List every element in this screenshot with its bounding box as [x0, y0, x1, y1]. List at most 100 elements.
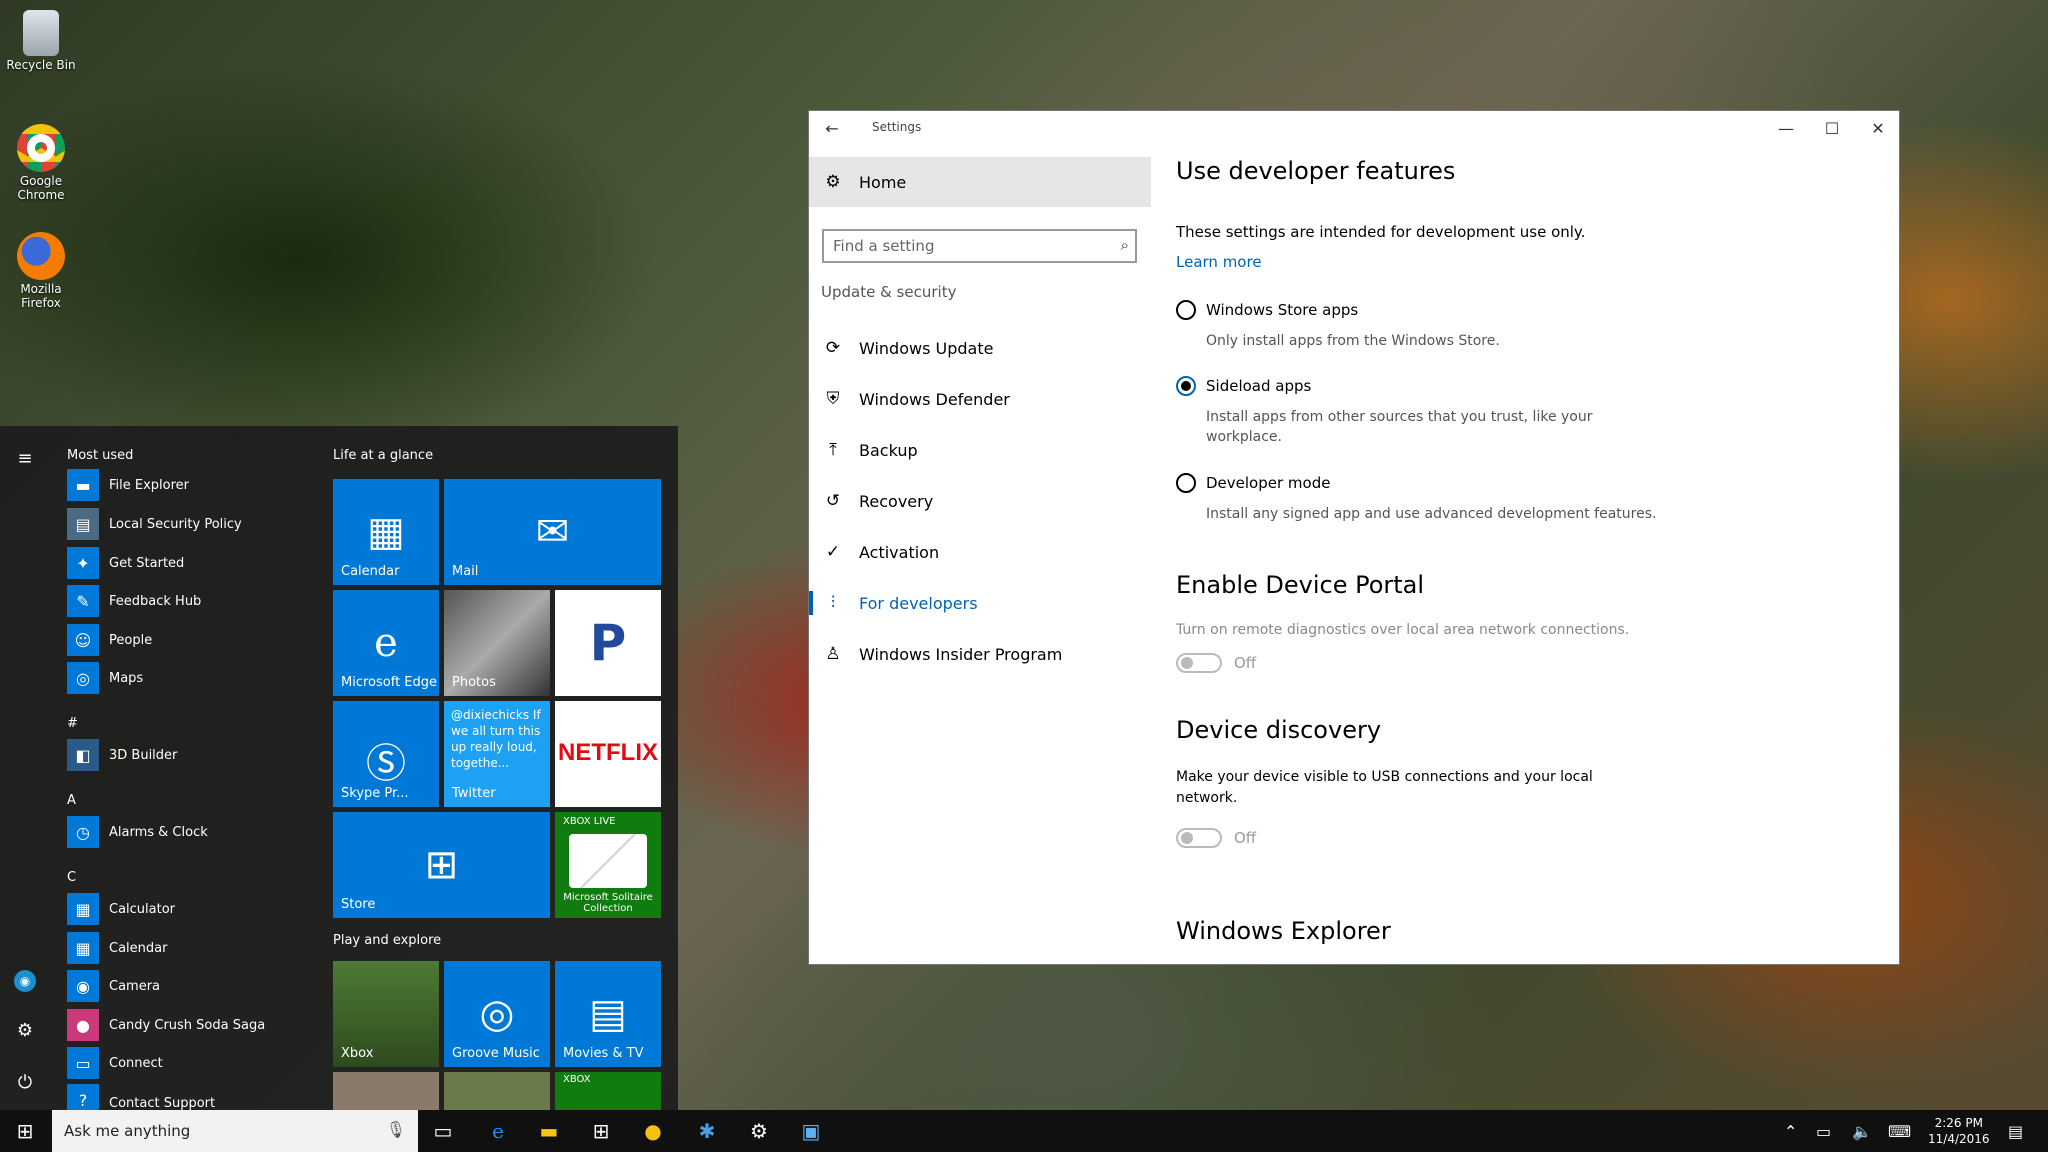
- gear-icon[interactable]: ⚙: [14, 1020, 36, 1042]
- device-discovery-description: Make your device visible to USB connecti…: [1176, 769, 1593, 806]
- nav-recovery[interactable]: ↺ Recovery: [823, 481, 933, 521]
- radio-label[interactable]: Sideload apps: [1206, 377, 1311, 395]
- app-feedback-hub[interactable]: ✎ Feedback Hub: [67, 584, 201, 618]
- app-local-security-policy[interactable]: ▤ Local Security Policy: [67, 507, 242, 541]
- tile-solitaire[interactable]: XBOX LIVE Microsoft Solitaire Collection: [555, 812, 661, 918]
- task-view-icon[interactable]: ▭: [428, 1116, 458, 1146]
- nav-windows-update[interactable]: ⟳ Windows Update: [823, 328, 994, 368]
- nav-backup[interactable]: ⤒ Backup: [823, 430, 917, 470]
- app-get-started[interactable]: ✦ Get Started: [67, 546, 184, 580]
- home-nav-item[interactable]: ⚙ Home: [809, 157, 1151, 207]
- tile-label: Movies & TV: [563, 1046, 644, 1061]
- nav-windows-defender[interactable]: ⛨ Windows Defender: [823, 379, 1010, 419]
- microphone-icon[interactable]: 🎙: [386, 1120, 406, 1139]
- toggle-state-label: Off: [1234, 654, 1257, 672]
- nav-windows-insider[interactable]: ♙ Windows Insider Program: [823, 634, 1062, 674]
- windows-start-icon[interactable]: ⊞: [10, 1116, 40, 1146]
- app-candy-crush[interactable]: ● Candy Crush Soda Saga: [67, 1008, 265, 1042]
- window-app-icon[interactable]: ▣: [796, 1116, 826, 1146]
- app-maps[interactable]: ◎ Maps: [67, 661, 143, 695]
- network-icon[interactable]: ▭: [1816, 1110, 1831, 1152]
- tile-edge[interactable]: e Microsoft Edge: [333, 590, 439, 696]
- user-avatar-icon[interactable]: ◉: [14, 970, 36, 992]
- app-label: Candy Crush Soda Saga: [109, 1017, 266, 1033]
- tile-twitter[interactable]: @dixiechicks If we all turn this up real…: [444, 701, 550, 807]
- toggle-state-label: Off: [1234, 829, 1257, 847]
- tile-pandora[interactable]: P: [555, 590, 661, 696]
- app-icon[interactable]: ✱: [692, 1116, 722, 1146]
- store-icon: ⊞: [424, 842, 459, 888]
- app-calculator[interactable]: ▦ Calculator: [67, 892, 175, 926]
- back-arrow-icon[interactable]: ←: [809, 111, 855, 145]
- power-icon[interactable]: ⏻: [14, 1072, 36, 1094]
- tile-skype[interactable]: Ⓢ Skype Pr...: [333, 701, 439, 807]
- tile-label: Photos: [452, 675, 496, 690]
- group-letter[interactable]: A: [67, 793, 76, 808]
- chevron-up-icon[interactable]: ⌃: [1784, 1110, 1797, 1152]
- app-label: 3D Builder: [109, 747, 178, 763]
- action-center-icon[interactable]: ▤: [2008, 1110, 2023, 1152]
- twitter-tweet-text: @dixiechicks If we all turn this up real…: [451, 708, 541, 770]
- store-icon[interactable]: ⊞: [586, 1116, 616, 1146]
- nav-for-developers[interactable]: ⫶ For developers: [823, 583, 978, 623]
- taskbar: ⊞ Ask me anything 🎙 ▭ e ▬ ⊞ ● ✱ ⚙ ▣ ⌃ ▭ …: [0, 1110, 2048, 1152]
- intro-text: These settings are intended for developm…: [1176, 223, 1586, 241]
- tile-store[interactable]: ⊞ Store: [333, 812, 550, 918]
- app-contact-support[interactable]: ? Contact Support: [67, 1084, 215, 1110]
- maximize-icon[interactable]: ☐: [1809, 111, 1855, 145]
- radio-developer-mode[interactable]: [1176, 473, 1196, 493]
- cortana-search-box[interactable]: Ask me anything 🎙: [52, 1110, 418, 1152]
- radio-sideload-apps[interactable]: [1176, 376, 1196, 396]
- check-circle-icon: ✓: [825, 542, 841, 562]
- keyboard-icon[interactable]: ⌨: [1888, 1110, 1911, 1152]
- tile-xbox[interactable]: Xbox: [333, 961, 439, 1067]
- close-icon[interactable]: ✕: [1855, 111, 1901, 145]
- group-letter[interactable]: #: [67, 716, 78, 731]
- app-people[interactable]: ☺ People: [67, 623, 152, 657]
- radio-windows-store-apps[interactable]: [1176, 300, 1196, 320]
- tile-partial-1[interactable]: [333, 1072, 439, 1110]
- device-portal-toggle[interactable]: [1176, 653, 1222, 673]
- nav-activation[interactable]: ✓ Activation: [823, 532, 939, 572]
- app-3d-builder[interactable]: ◧ 3D Builder: [67, 738, 177, 772]
- hamburger-menu-icon[interactable]: ≡: [14, 448, 36, 470]
- app-alarms-clock[interactable]: ◷ Alarms & Clock: [67, 815, 208, 849]
- desktop-icon-chrome[interactable]: Google Chrome: [4, 124, 78, 202]
- edge-icon[interactable]: e: [483, 1116, 513, 1146]
- tile-photos[interactable]: Photos: [444, 590, 550, 696]
- person-icon: ♙: [825, 644, 841, 664]
- app-calendar[interactable]: ▦ Calendar: [67, 931, 167, 965]
- tile-partial-3[interactable]: XBOX: [555, 1072, 661, 1110]
- app-camera[interactable]: ◉ Camera: [67, 969, 160, 1003]
- clock[interactable]: 2:26 PM 11/4/2016: [1928, 1110, 1990, 1152]
- app-connect[interactable]: ▭ Connect: [67, 1046, 163, 1080]
- cube-icon: ◧: [67, 739, 99, 771]
- search-icon[interactable]: ⌕: [1121, 236, 1129, 254]
- file-explorer-icon[interactable]: ▬: [534, 1116, 564, 1146]
- clock-date: 11/4/2016: [1928, 1132, 1990, 1146]
- find-setting-input[interactable]: Find a setting ⌕: [822, 229, 1137, 263]
- tile-groove[interactable]: ◎ Groove Music: [444, 961, 550, 1067]
- minimize-icon[interactable]: —: [1763, 111, 1809, 145]
- chrome-icon[interactable]: ●: [638, 1116, 668, 1146]
- tile-netflix[interactable]: NETFLIX: [555, 701, 661, 807]
- radio-label[interactable]: Windows Store apps: [1206, 301, 1358, 319]
- radio-label[interactable]: Developer mode: [1206, 474, 1330, 492]
- desktop-icon-recycle-bin[interactable]: Recycle Bin: [4, 10, 78, 72]
- learn-more-link[interactable]: Learn more: [1176, 253, 1262, 271]
- tile-partial-2[interactable]: [444, 1072, 550, 1110]
- device-discovery-toggle[interactable]: [1176, 828, 1222, 848]
- connect-icon: ▭: [67, 1047, 99, 1079]
- group-letter[interactable]: C: [67, 870, 76, 885]
- app-label: Alarms & Clock: [109, 824, 208, 840]
- app-label: Calculator: [109, 901, 176, 917]
- app-file-explorer[interactable]: ▬ File Explorer: [67, 468, 189, 502]
- active-nav-indicator: [809, 591, 813, 615]
- volume-icon[interactable]: 🔈: [1852, 1110, 1872, 1152]
- desktop-icon-firefox[interactable]: Mozilla Firefox: [4, 232, 78, 310]
- tile-label: Groove Music: [452, 1046, 540, 1061]
- tile-calendar[interactable]: ▦ Calendar: [333, 479, 439, 585]
- tile-movies[interactable]: ▤ Movies & TV: [555, 961, 661, 1067]
- tile-mail[interactable]: ✉ Mail: [444, 479, 661, 585]
- settings-gear-icon[interactable]: ⚙: [744, 1116, 774, 1146]
